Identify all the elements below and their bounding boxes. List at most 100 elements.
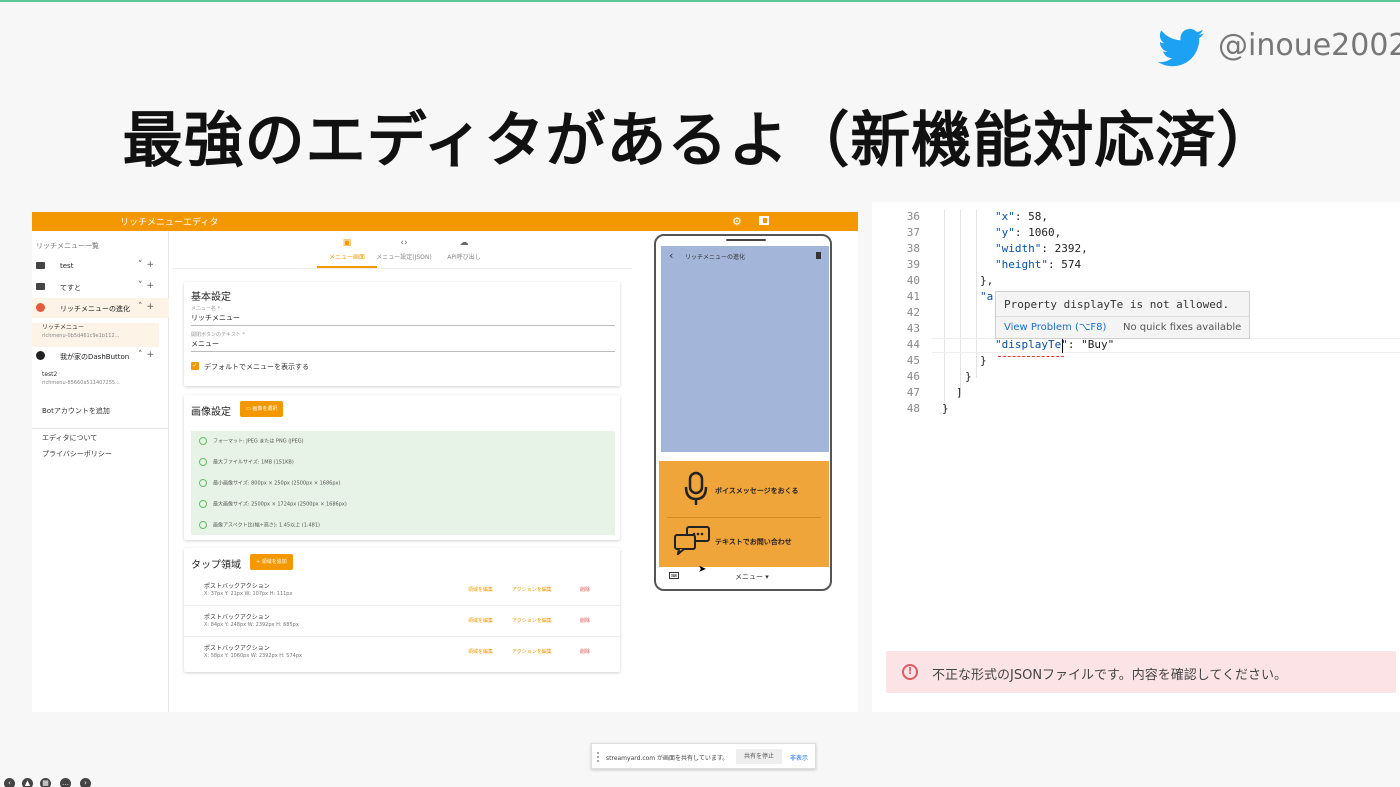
edit-area-link[interactable]: 領域を編集 bbox=[468, 648, 493, 655]
chat-header: ‹ リッチメニューの進化 bbox=[661, 246, 829, 266]
problem-hover-popup: Property displayTe is not allowed. View … bbox=[995, 291, 1250, 339]
menu-name-field[interactable]: リッチメニュー bbox=[191, 313, 240, 323]
check-circle-icon bbox=[199, 458, 207, 466]
rich-menu-item[interactable]: リッチメニュー richmenu-0b5d461c9e1b112... bbox=[32, 323, 159, 347]
menu-name-label: メニュー名 * bbox=[191, 306, 221, 312]
image-requirements: フォーマット: JPEG または PNG (JPEG) 最大ファイルサイズ: 1… bbox=[191, 431, 615, 535]
sidebar-item-bot-1[interactable]: リッチメニューの進化 ˄+ bbox=[32, 298, 169, 318]
delete-link[interactable]: 削除 bbox=[580, 617, 590, 624]
line-number: 44 bbox=[906, 338, 920, 351]
tab-api-call[interactable]: ☁ API呼び出し bbox=[435, 238, 493, 268]
collapse-add-icons[interactable]: ˄+ bbox=[138, 350, 158, 360]
hide-button[interactable]: 非表示 bbox=[790, 753, 808, 762]
hover-divider bbox=[996, 316, 1249, 317]
cloud-icon: ☁ bbox=[459, 238, 469, 248]
gear-icon[interactable]: ⚙ bbox=[732, 215, 742, 228]
menu-toggle[interactable]: メニュー ▾ bbox=[735, 572, 769, 582]
delete-link[interactable]: 削除 bbox=[580, 648, 590, 655]
delete-link[interactable]: 削除 bbox=[580, 586, 590, 593]
folder-icon bbox=[36, 262, 45, 269]
sidebar-item-label: リッチメニューの進化 bbox=[60, 305, 130, 313]
line-number: 45 bbox=[906, 354, 920, 367]
requirement-row: 最大画像サイズ: 2500px × 1724px (2500px × 1686p… bbox=[199, 500, 347, 512]
bot-avatar-icon bbox=[36, 351, 45, 360]
back-icon[interactable]: ‹ bbox=[669, 249, 673, 262]
basic-settings-card: 基本設定 メニュー名 * リッチメニュー 開閉ボタンのテキスト * メニュー ✓… bbox=[184, 282, 620, 386]
indent-guide bbox=[944, 210, 945, 410]
next-slide-icon[interactable]: › bbox=[80, 778, 91, 787]
tab-label: API呼び出し bbox=[447, 254, 481, 261]
folder-icon bbox=[36, 283, 45, 290]
sidebar-item-test[interactable]: test ˅+ bbox=[32, 256, 169, 276]
field-underline bbox=[191, 325, 615, 326]
rich-menu-editor: リッチメニューエディタ ⚙ リッチメニュー一覧 test ˅+ てすと ˅+ リ… bbox=[32, 212, 858, 712]
edit-action-link[interactable]: アクションを編集 bbox=[512, 586, 552, 593]
tap-areas-title: タップ領域 bbox=[191, 560, 241, 571]
tab-menu-screen[interactable]: ▣ メニュー画面 bbox=[317, 238, 377, 268]
prev-slide-icon[interactable]: ‹ bbox=[4, 778, 15, 787]
text-caret bbox=[1062, 339, 1063, 353]
grid-icon[interactable]: ▦ bbox=[40, 778, 51, 787]
app-bar: リッチメニューエディタ ⚙ bbox=[32, 212, 858, 231]
problem-message: Property displayTe is not allowed. bbox=[1004, 298, 1230, 311]
stop-sharing-button[interactable]: 共有を停止 bbox=[736, 749, 782, 764]
collapse-add-icons[interactable]: ˄+ bbox=[138, 302, 158, 312]
expand-add-icons[interactable]: ˅+ bbox=[138, 281, 158, 291]
text-inquiry-button[interactable]: テキストでお問い合わせ bbox=[715, 537, 792, 547]
requirement-text: 最小画像サイズ: 800px × 250px (2500px × 1686px) bbox=[213, 480, 341, 487]
trash-icon[interactable] bbox=[816, 252, 821, 259]
keyboard-icon[interactable]: ⌨ bbox=[669, 572, 679, 579]
chatbar-text-field[interactable]: メニュー bbox=[191, 339, 219, 349]
privacy-link[interactable]: プライバシーポリシー bbox=[42, 449, 112, 459]
tap-areas-card: タップ領域 + 領域を追加 ポストバックアクション X: 37px Y: 21p… bbox=[184, 548, 620, 672]
voice-message-button[interactable]: ボイスメッセージをおくる bbox=[715, 486, 799, 496]
line-number: 46 bbox=[906, 370, 920, 383]
chat-screen bbox=[661, 246, 829, 452]
view-problem-link[interactable]: View Problem (⌥F8) bbox=[1004, 322, 1106, 333]
requirement-text: 最大ファイルサイズ: 1MB (151KB) bbox=[213, 459, 294, 466]
tab-label: メニュー画面 bbox=[328, 254, 365, 261]
chat-title: リッチメニューの進化 bbox=[685, 254, 746, 261]
edit-area-link[interactable]: 領域を編集 bbox=[468, 617, 493, 624]
expand-add-icons[interactable]: ˅+ bbox=[138, 260, 158, 270]
tap-area-type: ポストバックアクション bbox=[204, 645, 270, 652]
code-line: } bbox=[980, 354, 987, 367]
add-area-button[interactable]: + 領域を追加 bbox=[250, 554, 293, 570]
edit-area-link[interactable]: 領域を編集 bbox=[468, 586, 493, 593]
more-icon[interactable]: … bbox=[60, 778, 71, 787]
microphone-icon bbox=[684, 471, 708, 505]
add-bot-link[interactable]: Botアカウントを追加 bbox=[42, 406, 110, 416]
twitter-bird-icon bbox=[1158, 28, 1204, 67]
code-line: } bbox=[942, 402, 949, 415]
rich-menu-id: richmenu-85660a511407255... bbox=[42, 380, 120, 386]
share-status-text: streamyard.com が画面を共有しています。 bbox=[606, 755, 729, 762]
edit-action-link[interactable]: アクションを編集 bbox=[512, 617, 552, 624]
requirement-row: 最大ファイルサイズ: 1MB (151KB) bbox=[199, 458, 294, 470]
twitter-handle: @inoue2002 bbox=[1218, 28, 1400, 63]
select-image-button[interactable]: ▭ 画像を選択 bbox=[240, 401, 284, 417]
default-show-checkbox[interactable]: ✓ bbox=[191, 362, 199, 370]
requirement-row: 画像アスペクト比(幅÷高さ): 1.45以上 (1.481) bbox=[199, 521, 320, 533]
code-line: "y": 1060, bbox=[995, 226, 1062, 239]
app-title: リッチメニューエディタ bbox=[120, 218, 219, 228]
field-underline bbox=[191, 351, 615, 352]
sidebar: リッチメニュー一覧 test ˅+ てすと ˅+ リッチメニューの進化 ˄+ リ… bbox=[32, 231, 169, 712]
tab-menu-json[interactable]: ‹› メニュー設定(JSON) bbox=[375, 238, 433, 268]
json-editor[interactable]: 36 "x": 58, 37 "y": 1060, 38 "width": 23… bbox=[872, 202, 1400, 712]
tap-area-coords: X: 58px Y: 1060px W: 2392px H: 574px bbox=[204, 653, 302, 659]
edit-action-link[interactable]: アクションを編集 bbox=[512, 648, 552, 655]
slide-title: 最強のエディタがあるよ（新機能対応済） bbox=[122, 106, 1278, 176]
tabs-divider bbox=[172, 268, 632, 269]
about-link[interactable]: エディタについて bbox=[42, 433, 97, 443]
drag-handle[interactable] bbox=[597, 752, 599, 762]
code-line: "height": 574 bbox=[995, 258, 1082, 271]
pointer-icon[interactable]: ▲ bbox=[22, 778, 33, 787]
sidebar-item-bot-2[interactable]: 我が家のDashButton ˄+ bbox=[32, 346, 169, 366]
code-icon: ‹› bbox=[400, 238, 408, 248]
json-error-banner: ! 不正な形式のJSONファイルです。内容を確認してください。 bbox=[886, 651, 1396, 693]
sidebar-item-tesuto[interactable]: てすと ˅+ bbox=[32, 277, 169, 297]
phone-preview: ‹ リッチメニューの進化 ボイスメッセージをおくる テキストでお問い合わせ ⌨ … bbox=[654, 234, 832, 591]
tap-area-row: ポストバックアクション X: 84px Y: 248px W: 2392px H… bbox=[184, 607, 620, 637]
rich-menu-item[interactable]: test2 richmenu-85660a511407255... bbox=[42, 370, 120, 388]
docs-icon[interactable] bbox=[759, 216, 769, 225]
